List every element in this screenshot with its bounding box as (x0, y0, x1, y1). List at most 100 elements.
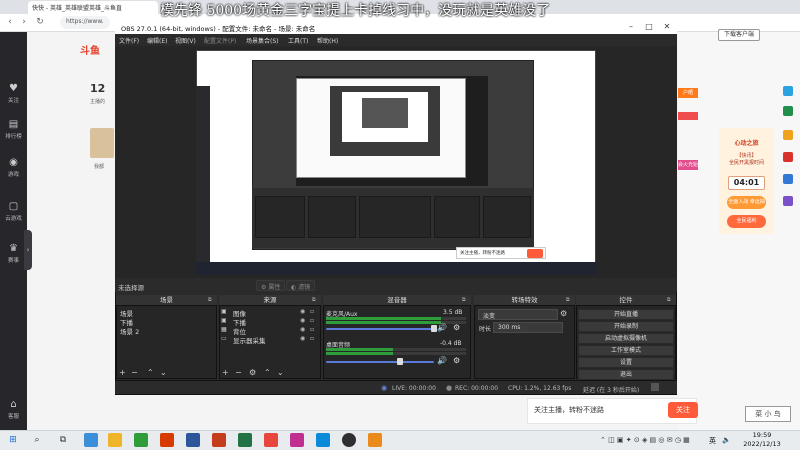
source-settings-icon[interactable]: ⚙ (249, 368, 256, 378)
excel-icon[interactable] (238, 433, 252, 447)
source-up-icon[interactable]: ⌃ (264, 368, 271, 378)
dock-float-icon[interactable]: ⧉ (208, 297, 212, 303)
menu-help[interactable]: 帮助(H) (317, 36, 338, 45)
search-icon[interactable]: ⌕ (30, 433, 44, 447)
volume-icon[interactable]: 🔈 (722, 436, 731, 444)
sidebar-item-follow[interactable]: ♥ 关注 (0, 82, 27, 108)
source-item[interactable]: 背位 (233, 326, 333, 336)
obs-icon[interactable] (342, 433, 356, 447)
source-item[interactable]: 图像 (233, 308, 333, 318)
input-method-indicator[interactable]: 英 (709, 436, 716, 446)
start-streaming-button[interactable]: 开始直播 (578, 309, 674, 320)
lock-icon[interactable]: ▫ (310, 326, 318, 333)
menu-file[interactable]: 文件(F) (119, 36, 139, 45)
ext-icon-2[interactable] (783, 106, 793, 116)
sidebar-item-games[interactable]: ◉ 游戏 (0, 156, 27, 182)
filters-button[interactable]: ◐ 滤镜 (286, 280, 316, 291)
remove-source-icon[interactable]: − (235, 368, 242, 378)
source-down-icon[interactable]: ⌄ (277, 368, 284, 378)
forward-icon[interactable]: › (18, 16, 30, 28)
sidebar-item-events[interactable]: ♛ 赛事 (0, 242, 27, 268)
menu-scene-collection[interactable]: 场景集合(S) (246, 36, 279, 45)
word-icon[interactable] (186, 433, 200, 447)
remove-scene-icon[interactable]: − (131, 368, 138, 378)
task-view-icon[interactable]: ⧉ (56, 433, 70, 447)
sidebar-item-service[interactable]: ⌂ 客服 (0, 398, 27, 424)
minimize-icon[interactable]: – (622, 20, 640, 34)
gear-icon[interactable]: ⚙ (560, 309, 567, 318)
office-icon[interactable] (160, 433, 174, 447)
volume-slider[interactable] (326, 361, 434, 363)
browser-icon[interactable] (368, 433, 382, 447)
tray-icons[interactable]: ⌃ ◫ ▣ ✦ ⊙ ◈ ▤ ◎ ✉ ◷ ▦ (600, 436, 690, 444)
menu-view[interactable]: 视图(V) (175, 36, 196, 45)
add-source-icon[interactable]: + (222, 368, 229, 378)
volume-slider-knob[interactable] (397, 358, 404, 365)
exit-button[interactable]: 退出 (578, 369, 674, 380)
gear-icon[interactable]: ⚙ (453, 356, 460, 365)
scene-up-icon[interactable]: ⌃ (147, 368, 154, 378)
scene-down-icon[interactable]: ⌄ (160, 368, 167, 378)
windows-start-icon[interactable]: ⊞ (6, 433, 20, 447)
speaker-icon[interactable]: 🔊 (437, 356, 447, 365)
studio-mode-button[interactable]: 工作室模式 (578, 345, 674, 356)
menu-edit[interactable]: 编辑(E) (147, 36, 167, 45)
eye-icon[interactable]: ◉ (300, 317, 308, 324)
clock-date[interactable]: 2022/12/13 (738, 440, 786, 448)
site-logo[interactable]: 斗鱼 (80, 42, 110, 62)
scene-item[interactable]: 场景 2 (118, 326, 216, 336)
eye-icon[interactable]: ◉ (300, 326, 308, 333)
ext-icon-4[interactable] (783, 152, 793, 162)
browser-tab[interactable]: 快快 - 英雄_英雄联盟英雄_斗鱼直 (28, 1, 158, 14)
lock-icon[interactable]: ▫ (310, 308, 318, 315)
ext-icon-5[interactable] (783, 174, 793, 184)
maximize-icon[interactable]: □ (640, 20, 658, 34)
menu-profile[interactable]: 配置文件(P) (204, 36, 236, 45)
refresh-icon[interactable]: ↻ (34, 16, 46, 28)
ext-icon-3[interactable] (783, 130, 793, 140)
edge-icon[interactable] (316, 433, 330, 447)
app-icon-8[interactable] (290, 433, 304, 447)
speaker-icon[interactable]: 🔊 (437, 323, 447, 332)
scene-item[interactable]: 场景 (118, 308, 216, 318)
lock-icon[interactable]: ▫ (310, 317, 318, 324)
eye-icon[interactable]: ◉ (300, 335, 308, 342)
follow-button[interactable]: 关注 (668, 402, 698, 418)
app-icon-1[interactable] (84, 433, 98, 447)
back-icon[interactable]: ‹ (4, 16, 16, 28)
thumbnail-image[interactable] (90, 128, 114, 158)
settings-button[interactable]: 设置 (578, 357, 674, 368)
sidebar-item-ranking[interactable]: ▤ 排行榜 (0, 118, 27, 144)
dock-float-icon[interactable]: ⧉ (667, 297, 671, 303)
transition-select[interactable]: 淡变 (478, 309, 558, 320)
menu-tools[interactable]: 工具(T) (288, 36, 308, 45)
clock-time[interactable]: 19:59 (742, 431, 782, 439)
eye-icon[interactable]: ◉ (300, 308, 308, 315)
explorer-icon[interactable] (108, 433, 122, 447)
dock-float-icon[interactable]: ⧉ (462, 297, 466, 303)
promo-tag[interactable]: 户晒 (678, 88, 698, 98)
start-recording-button[interactable]: 开始录制 (578, 321, 674, 332)
download-client-button[interactable]: 下载客户端 (718, 29, 760, 41)
promo-lottery-button[interactable]: 全面入战 幸运抽奖 (727, 196, 766, 218)
add-scene-icon[interactable]: + (119, 368, 126, 378)
lock-icon[interactable]: ▫ (310, 335, 318, 342)
ext-icon-6[interactable] (783, 196, 793, 206)
close-icon[interactable]: ✕ (658, 20, 676, 34)
source-item[interactable]: 下播 (233, 317, 333, 327)
scene-item[interactable]: 下播 (118, 317, 216, 327)
app-icon-3[interactable] (134, 433, 148, 447)
sidebar-item-cloud-games[interactable]: ▢ 云游戏 (0, 200, 27, 226)
gear-icon[interactable]: ⚙ (453, 323, 460, 332)
url-input[interactable]: https://www. (60, 16, 110, 29)
duration-input[interactable]: 300 ms (493, 322, 563, 333)
source-item[interactable]: 显示器采集 (233, 335, 333, 345)
properties-button[interactable]: ⚙ 属性 (256, 280, 286, 291)
ext-icon-1[interactable] (783, 86, 793, 96)
sidebar-collapse-icon[interactable]: › (24, 230, 32, 270)
promo-tag-pink[interactable]: 会火光始 (678, 160, 698, 170)
dock-float-icon[interactable]: ⧉ (312, 297, 316, 303)
netease-music-icon[interactable] (264, 433, 278, 447)
volume-slider[interactable] (326, 328, 434, 330)
powerpoint-icon[interactable] (212, 433, 226, 447)
